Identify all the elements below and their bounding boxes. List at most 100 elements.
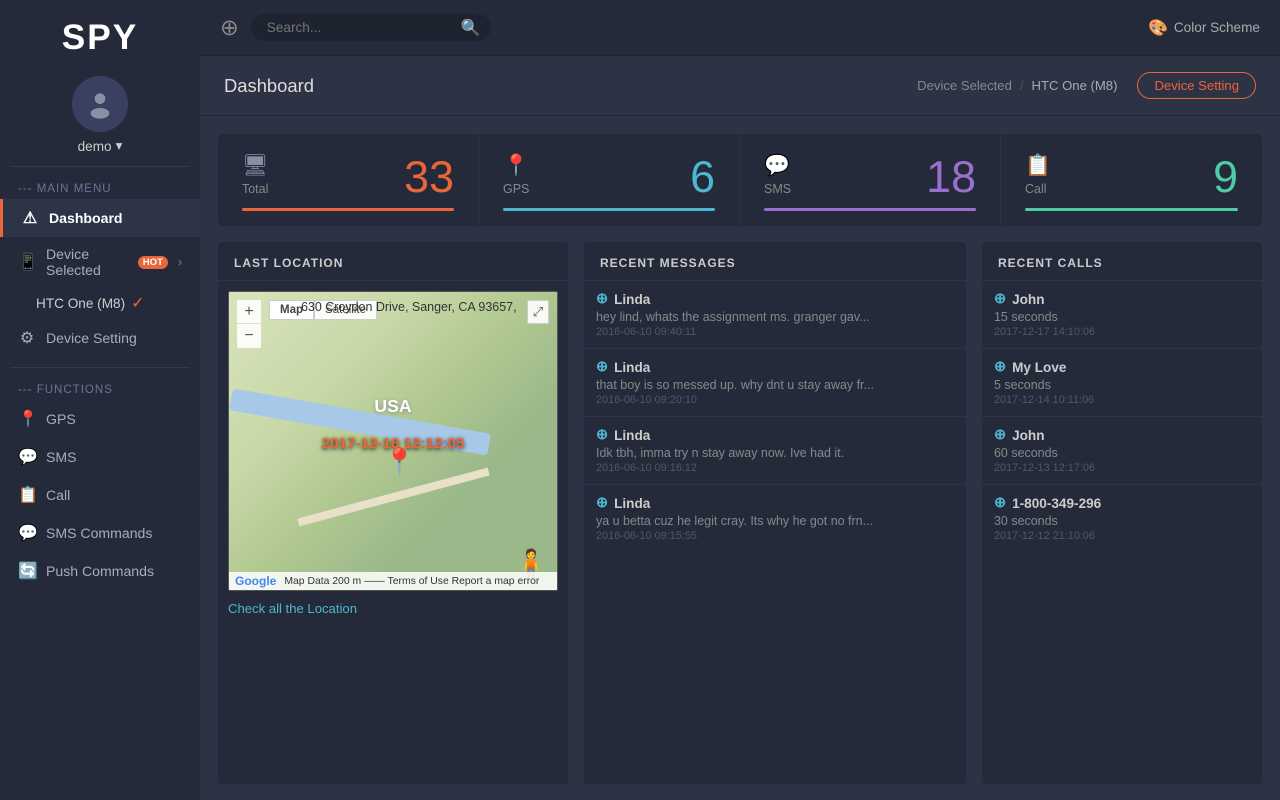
page-title: Dashboard — [224, 75, 314, 97]
color-scheme-button[interactable]: 🎨 Color Scheme — [1148, 18, 1260, 38]
list-item[interactable]: ⊕ Linda ya u betta cuz he legit cray. It… — [584, 485, 966, 552]
stat-label-call: Call — [1025, 182, 1238, 196]
list-item[interactable]: ⊕ Linda hey lind, whats the assignment m… — [584, 281, 966, 349]
list-item[interactable]: ⊕ My Love 5 seconds 2017-12-14 10:11:06 — [982, 349, 1262, 417]
stat-bar-sms — [764, 208, 976, 211]
hot-badge: HOT — [138, 256, 168, 269]
map-expand-button[interactable]: ⤢ — [527, 300, 549, 324]
plus-icon[interactable]: ⊕ — [220, 15, 239, 41]
device-name-label: HTC One (M8) — [36, 296, 125, 311]
search-input[interactable] — [251, 14, 491, 41]
topbar: ⊕ 🔍 🎨 Color Scheme — [200, 0, 1280, 56]
sidebar-item-call[interactable]: 📋 Call — [0, 476, 200, 514]
contact-icon: ⊕ — [596, 359, 608, 375]
call-time-3: 2017-12-12 21:10:06 — [994, 530, 1250, 542]
msg-text-2: Idk tbh, imma try n stay away now. Ive h… — [596, 446, 876, 460]
call-time-1: 2017-12-14 10:11:06 — [994, 394, 1250, 406]
sidebar-item-dashboard[interactable]: ⚠ Dashboard — [0, 199, 200, 237]
stat-value-sms: 18 — [926, 152, 976, 203]
check-location-link[interactable]: Check all the Location — [228, 591, 558, 616]
call-time-2: 2017-12-13 12:17:06 — [994, 462, 1250, 474]
stat-bar-total — [242, 208, 454, 211]
stat-value-call: 9 — [1213, 152, 1238, 203]
contact-icon: ⊕ — [994, 427, 1006, 443]
google-logo: Google — [235, 574, 276, 588]
main-content: ⊕ 🔍 🎨 Color Scheme Dashboard Device Sele… — [200, 0, 1280, 800]
sidebar-item-label: SMS — [46, 449, 77, 465]
map-inner: USA 2017-12-16 12:12:05 📍 🧍 — [229, 292, 557, 590]
sidebar-item-gps[interactable]: 📍 GPS — [0, 400, 200, 438]
stat-card-gps: 📍 GPS 6 — [479, 134, 740, 225]
call-contact-0: ⊕ John — [994, 291, 1250, 307]
sidebar-item-push-commands[interactable]: 🔄 Push Commands — [0, 552, 200, 590]
sidebar-item-sms-commands[interactable]: 💬 SMS Commands — [0, 514, 200, 552]
recent-messages-title: RECENT MESSAGES — [584, 242, 966, 281]
msg-text-0: hey lind, whats the assignment ms. grang… — [596, 310, 876, 324]
msg-contact-3: ⊕ Linda — [596, 495, 954, 511]
contact-icon: ⊕ — [994, 359, 1006, 375]
call-duration-1: 5 seconds — [994, 378, 1250, 392]
call-contact-1: ⊕ My Love — [994, 359, 1250, 375]
sidebar-item-sms[interactable]: 💬 SMS — [0, 438, 200, 476]
last-location-panel: LAST LOCATION USA 2017-12-16 12:12:05 📍 … — [218, 242, 568, 784]
map-footer-text: Map Data 200 m —— Terms of Use Report a … — [284, 576, 539, 587]
sidebar-item-label: Push Commands — [46, 563, 154, 579]
gps-stat-icon: 📍 — [503, 154, 715, 178]
sidebar-item-device-selected[interactable]: 📱 Device Selected HOT › — [0, 237, 200, 287]
recent-calls-panel: RECENT CALLS ⊕ John 15 seconds 2017-12-1… — [982, 242, 1262, 784]
map-zoom-in-button[interactable]: + — [237, 300, 261, 324]
msg-time-2: 2016-06-10 09:16:12 — [596, 462, 954, 474]
list-item[interactable]: ⊕ Linda that boy is so messed up. why dn… — [584, 349, 966, 417]
search-button[interactable]: 🔍 — [461, 18, 481, 38]
breadcrumb-slash: / — [1020, 78, 1024, 93]
sidebar-device-sub[interactable]: HTC One (M8) ✓ — [0, 287, 200, 319]
list-item[interactable]: ⊕ John 15 seconds 2017-12-17 14:10:06 — [982, 281, 1262, 349]
msg-contact-1: ⊕ Linda — [596, 359, 954, 375]
dropdown-arrow-icon: ▾ — [116, 138, 123, 154]
page-header: Dashboard Device Selected / HTC One (M8)… — [200, 56, 1280, 116]
stat-card-call: 📋 Call 9 — [1001, 134, 1262, 225]
map-zoom-out-button[interactable]: − — [237, 324, 261, 348]
sidebar-item-device-setting[interactable]: ⚙ Device Setting — [0, 319, 200, 357]
avatar — [72, 76, 128, 132]
functions-label: --- FUNCTIONS — [0, 374, 200, 400]
map-container[interactable]: USA 2017-12-16 12:12:05 📍 🧍 + − Map Sate… — [228, 291, 558, 591]
list-item[interactable]: ⊕ 1-800-349-296 30 seconds 2017-12-12 21… — [982, 485, 1262, 552]
list-item[interactable]: ⊕ John 60 seconds 2017-12-13 12:17:06 — [982, 417, 1262, 485]
contact-icon: ⊕ — [994, 291, 1006, 307]
stat-card-sms: 💬 SMS 18 — [740, 134, 1001, 225]
search-wrap: 🔍 — [251, 14, 491, 41]
call-contact-3: ⊕ 1-800-349-296 — [994, 495, 1250, 511]
last-location-title: LAST LOCATION — [218, 242, 568, 281]
msg-time-3: 2016-06-10 09:15:55 — [596, 530, 954, 542]
msg-time-0: 2016-06-10 09:40:11 — [596, 326, 954, 338]
sidebar-item-label: Device Setting — [46, 330, 137, 346]
color-scheme-label: Color Scheme — [1174, 20, 1260, 35]
device-setting-button[interactable]: Device Setting — [1137, 72, 1256, 99]
list-item[interactable]: ⊕ Linda Idk tbh, imma try n stay away no… — [584, 417, 966, 485]
breadcrumb-device: HTC One (M8) — [1032, 78, 1118, 93]
call-duration-2: 60 seconds — [994, 446, 1250, 460]
contact-icon: ⊕ — [596, 427, 608, 443]
recent-calls-title: RECENT CALLS — [982, 242, 1262, 281]
map-controls: + − — [237, 300, 261, 348]
contact-icon: ⊕ — [994, 495, 1006, 511]
username: demo ▾ — [78, 138, 123, 154]
msg-time-1: 2016-06-10 09:20:10 — [596, 394, 954, 406]
app-logo: SPY — [0, 0, 200, 68]
recent-messages-panel: RECENT MESSAGES ⊕ Linda hey lind, whats … — [584, 242, 966, 784]
msg-text-1: that boy is so messed up. why dnt u stay… — [596, 378, 876, 392]
contact-icon: ⊕ — [596, 291, 608, 307]
bottom-panels: LAST LOCATION USA 2017-12-16 12:12:05 📍 … — [200, 226, 1280, 800]
main-menu-label: --- MAIN MENU — [0, 173, 200, 199]
last-location-body: USA 2017-12-16 12:12:05 📍 🧍 + − Map Sate… — [218, 281, 568, 784]
gear-icon: ⚙ — [18, 328, 36, 348]
call-duration-3: 30 seconds — [994, 514, 1250, 528]
msg-contact-2: ⊕ Linda — [596, 427, 954, 443]
call-time-0: 2017-12-17 14:10:06 — [994, 326, 1250, 338]
breadcrumb-prefix: Device Selected — [917, 78, 1012, 93]
stat-bar-gps — [503, 208, 715, 211]
contact-icon: ⊕ — [596, 495, 608, 511]
sms-icon: 💬 — [18, 447, 36, 467]
stat-label-gps: GPS — [503, 182, 715, 196]
